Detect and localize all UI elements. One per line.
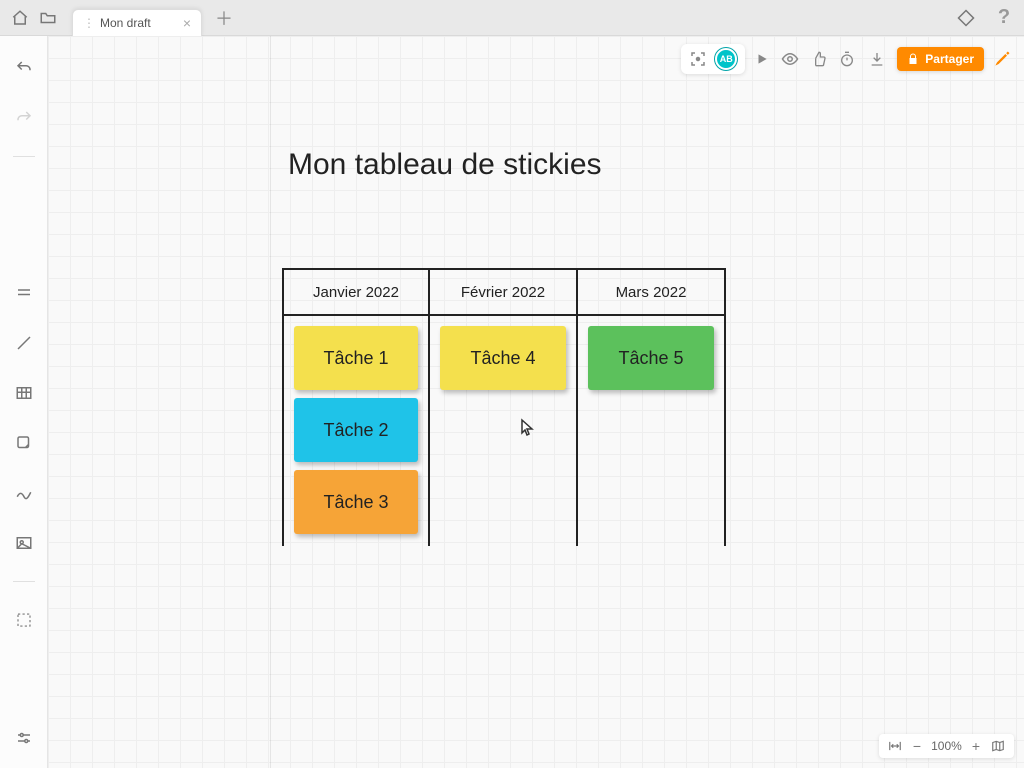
kanban-board: Janvier 2022 Tâche 1 Tâche 2 Tâche 3 Fév… <box>282 268 726 546</box>
tab-label: Mon draft <box>100 16 151 30</box>
settings-sliders-icon[interactable] <box>8 722 40 754</box>
focus-icon[interactable] <box>689 50 707 68</box>
add-tab-button[interactable]: ＋ <box>210 4 238 32</box>
toolbar-separator <box>13 581 35 582</box>
selection-tool-icon[interactable] <box>8 604 40 636</box>
left-toolbar <box>0 36 48 768</box>
sticky-note[interactable]: Tâche 2 <box>294 398 418 462</box>
cursor-icon <box>520 418 534 436</box>
sticky-note[interactable]: Tâche 1 <box>294 326 418 390</box>
redo-icon[interactable] <box>8 102 40 134</box>
text-tool-icon[interactable] <box>8 277 40 309</box>
sticky-note[interactable]: Tâche 3 <box>294 470 418 534</box>
tab-drag-icon: ⋮ <box>83 16 94 30</box>
presence-group: AB <box>681 44 745 74</box>
timer-icon[interactable] <box>839 51 855 67</box>
undo-icon[interactable] <box>8 52 40 84</box>
column-header[interactable]: Janvier 2022 <box>284 270 428 316</box>
toolbar-separator <box>13 156 35 157</box>
collab-toolbar: AB Partager <box>681 44 1012 74</box>
share-button[interactable]: Partager <box>897 47 984 71</box>
image-tool-icon[interactable] <box>8 527 40 559</box>
column-body: Tâche 4 <box>430 316 576 546</box>
sticky-note[interactable]: Tâche 5 <box>588 326 714 390</box>
column-header[interactable]: Février 2022 <box>430 270 576 316</box>
highlighter-icon[interactable] <box>992 49 1012 69</box>
play-icon[interactable] <box>755 52 769 66</box>
zoom-level: 100% <box>931 739 962 753</box>
zoom-out-button[interactable]: − <box>913 738 921 754</box>
canvas[interactable]: Mon tableau de stickies Janvier 2022 Tâc… <box>48 36 1024 768</box>
help-icon[interactable]: ? <box>990 4 1018 32</box>
eye-icon[interactable] <box>781 50 799 68</box>
share-label: Partager <box>925 52 974 66</box>
download-icon[interactable] <box>869 51 885 67</box>
folder-icon[interactable] <box>34 4 62 32</box>
board-title[interactable]: Mon tableau de stickies <box>288 148 602 182</box>
table-tool-icon[interactable] <box>8 377 40 409</box>
zoom-bar: − 100% + <box>879 734 1014 758</box>
column-header[interactable]: Mars 2022 <box>578 270 724 316</box>
column-body: Tâche 1 Tâche 2 Tâche 3 <box>284 316 428 546</box>
page-edge <box>270 36 271 768</box>
document-tab[interactable]: ⋮ Mon draft × <box>72 9 202 37</box>
kanban-column: Février 2022 Tâche 4 <box>430 270 578 546</box>
column-body: Tâche 5 <box>578 316 724 546</box>
kanban-column: Janvier 2022 Tâche 1 Tâche 2 Tâche 3 <box>282 270 430 546</box>
home-icon[interactable] <box>6 4 34 32</box>
pen-tool-icon[interactable] <box>8 477 40 509</box>
avatar[interactable]: AB <box>715 48 737 70</box>
top-header: ⋮ Mon draft × ＋ ? <box>0 0 1024 36</box>
diamond-icon[interactable] <box>952 4 980 32</box>
fit-width-icon[interactable] <box>887 739 903 753</box>
sticky-note[interactable]: Tâche 4 <box>440 326 566 390</box>
sticky-tool-icon[interactable] <box>8 427 40 459</box>
lock-icon <box>907 53 919 65</box>
kanban-column: Mars 2022 Tâche 5 <box>578 270 726 546</box>
thumbs-up-icon[interactable] <box>811 51 827 67</box>
close-icon[interactable]: × <box>183 15 191 31</box>
minimap-icon[interactable] <box>990 739 1006 753</box>
zoom-in-button[interactable]: + <box>972 738 980 754</box>
line-tool-icon[interactable] <box>8 327 40 359</box>
